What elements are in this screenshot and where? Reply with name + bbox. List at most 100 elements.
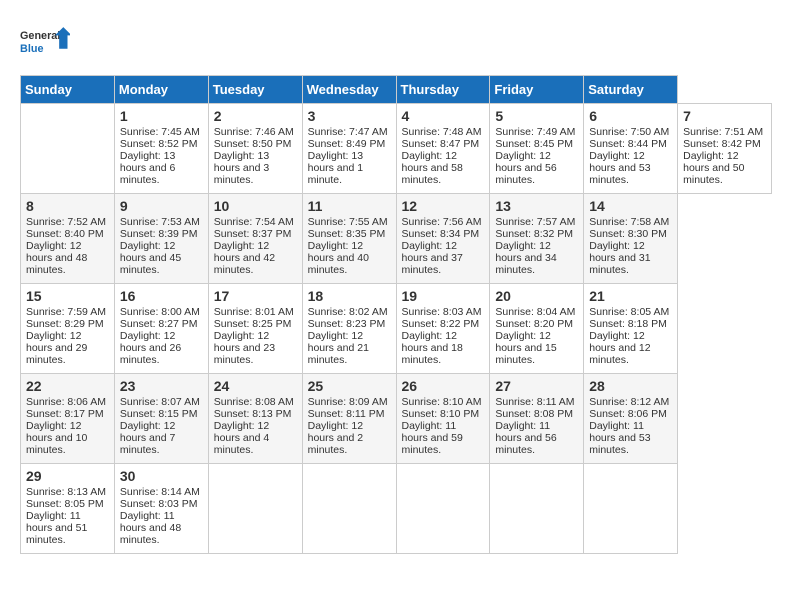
day-number: 16 xyxy=(120,288,203,304)
calendar-day-header: Thursday xyxy=(396,76,490,104)
day-number: 8 xyxy=(26,198,109,214)
calendar-day-cell: 5 Sunrise: 7:49 AM Sunset: 8:45 PM Dayli… xyxy=(490,104,584,194)
daylight-label: Daylight: 12 hours and 53 minutes. xyxy=(589,150,650,186)
calendar-day-cell: 25 Sunrise: 8:09 AM Sunset: 8:11 PM Dayl… xyxy=(302,374,396,464)
calendar-day-header: Monday xyxy=(114,76,208,104)
sunrise-text: Sunrise: 8:08 AM xyxy=(214,396,294,408)
sunrise-text: Sunrise: 7:47 AM xyxy=(308,126,388,138)
daylight-label: Daylight: 12 hours and 42 minutes. xyxy=(214,240,275,276)
sunset-text: Sunset: 8:11 PM xyxy=(308,408,385,420)
calendar-day-cell: 18 Sunrise: 8:02 AM Sunset: 8:23 PM Dayl… xyxy=(302,284,396,374)
calendar-day-header: Friday xyxy=(490,76,584,104)
day-number: 19 xyxy=(402,288,485,304)
sunset-text: Sunset: 8:47 PM xyxy=(402,138,480,150)
calendar-day-cell: 9 Sunrise: 7:53 AM Sunset: 8:39 PM Dayli… xyxy=(114,194,208,284)
sunrise-text: Sunrise: 7:51 AM xyxy=(683,126,763,138)
day-number: 10 xyxy=(214,198,297,214)
sunrise-text: Sunrise: 7:46 AM xyxy=(214,126,294,138)
daylight-label: Daylight: 12 hours and 34 minutes. xyxy=(495,240,556,276)
sunset-text: Sunset: 8:40 PM xyxy=(26,228,104,240)
sunrise-text: Sunrise: 7:58 AM xyxy=(589,216,669,228)
sunset-text: Sunset: 8:52 PM xyxy=(120,138,198,150)
day-number: 5 xyxy=(495,108,578,124)
calendar-day-cell: 21 Sunrise: 8:05 AM Sunset: 8:18 PM Dayl… xyxy=(584,284,678,374)
svg-text:Blue: Blue xyxy=(20,43,43,55)
day-number: 15 xyxy=(26,288,109,304)
calendar-day-cell: 12 Sunrise: 7:56 AM Sunset: 8:34 PM Dayl… xyxy=(396,194,490,284)
day-number: 7 xyxy=(683,108,766,124)
day-number: 12 xyxy=(402,198,485,214)
calendar-day-cell: 26 Sunrise: 8:10 AM Sunset: 8:10 PM Dayl… xyxy=(396,374,490,464)
daylight-label: Daylight: 12 hours and 4 minutes. xyxy=(214,420,269,456)
day-number: 2 xyxy=(214,108,297,124)
sunset-text: Sunset: 8:20 PM xyxy=(495,318,573,330)
daylight-label: Daylight: 12 hours and 21 minutes. xyxy=(308,330,369,366)
day-number: 27 xyxy=(495,378,578,394)
daylight-label: Daylight: 12 hours and 50 minutes. xyxy=(683,150,744,186)
calendar-day-header: Tuesday xyxy=(208,76,302,104)
sunrise-text: Sunrise: 8:06 AM xyxy=(26,396,106,408)
svg-text:General: General xyxy=(20,30,60,42)
sunset-text: Sunset: 8:17 PM xyxy=(26,408,104,420)
calendar-day-cell: 14 Sunrise: 7:58 AM Sunset: 8:30 PM Dayl… xyxy=(584,194,678,284)
sunrise-text: Sunrise: 7:50 AM xyxy=(589,126,669,138)
calendar-day-cell xyxy=(396,464,490,554)
calendar-header-row: SundayMondayTuesdayWednesdayThursdayFrid… xyxy=(21,76,772,104)
sunset-text: Sunset: 8:50 PM xyxy=(214,138,292,150)
sunset-text: Sunset: 8:49 PM xyxy=(308,138,386,150)
sunset-text: Sunset: 8:08 PM xyxy=(495,408,573,420)
sunset-text: Sunset: 8:45 PM xyxy=(495,138,573,150)
sunset-text: Sunset: 8:15 PM xyxy=(120,408,198,420)
day-number: 25 xyxy=(308,378,391,394)
calendar-week-row: 15 Sunrise: 7:59 AM Sunset: 8:29 PM Dayl… xyxy=(21,284,772,374)
calendar-day-cell: 7 Sunrise: 7:51 AM Sunset: 8:42 PM Dayli… xyxy=(678,104,772,194)
sunset-text: Sunset: 8:03 PM xyxy=(120,498,198,510)
calendar-day-cell xyxy=(302,464,396,554)
calendar-day-cell: 30 Sunrise: 8:14 AM Sunset: 8:03 PM Dayl… xyxy=(114,464,208,554)
sunrise-text: Sunrise: 7:45 AM xyxy=(120,126,200,138)
sunrise-text: Sunrise: 8:12 AM xyxy=(589,396,669,408)
daylight-label: Daylight: 11 hours and 48 minutes. xyxy=(120,510,181,546)
day-number: 29 xyxy=(26,468,109,484)
calendar-day-cell: 15 Sunrise: 7:59 AM Sunset: 8:29 PM Dayl… xyxy=(21,284,115,374)
calendar-day-cell: 24 Sunrise: 8:08 AM Sunset: 8:13 PM Dayl… xyxy=(208,374,302,464)
logo-svg: General Blue xyxy=(20,20,70,65)
sunset-text: Sunset: 8:39 PM xyxy=(120,228,198,240)
day-number: 21 xyxy=(589,288,672,304)
daylight-label: Daylight: 13 hours and 1 minute. xyxy=(308,150,363,186)
calendar-week-row: 29 Sunrise: 8:13 AM Sunset: 8:05 PM Dayl… xyxy=(21,464,772,554)
sunrise-text: Sunrise: 8:07 AM xyxy=(120,396,200,408)
day-number: 13 xyxy=(495,198,578,214)
daylight-label: Daylight: 12 hours and 15 minutes. xyxy=(495,330,556,366)
sunset-text: Sunset: 8:27 PM xyxy=(120,318,198,330)
sunset-text: Sunset: 8:23 PM xyxy=(308,318,386,330)
sunset-text: Sunset: 8:22 PM xyxy=(402,318,480,330)
sunrise-text: Sunrise: 8:09 AM xyxy=(308,396,388,408)
daylight-label: Daylight: 12 hours and 37 minutes. xyxy=(402,240,463,276)
sunrise-text: Sunrise: 7:59 AM xyxy=(26,306,106,318)
day-number: 1 xyxy=(120,108,203,124)
daylight-label: Daylight: 12 hours and 12 minutes. xyxy=(589,330,650,366)
calendar-day-cell: 13 Sunrise: 7:57 AM Sunset: 8:32 PM Dayl… xyxy=(490,194,584,284)
calendar-week-row: 1 Sunrise: 7:45 AM Sunset: 8:52 PM Dayli… xyxy=(21,104,772,194)
sunrise-text: Sunrise: 8:14 AM xyxy=(120,486,200,498)
daylight-label: Daylight: 12 hours and 40 minutes. xyxy=(308,240,369,276)
day-number: 24 xyxy=(214,378,297,394)
calendar-day-cell: 27 Sunrise: 8:11 AM Sunset: 8:08 PM Dayl… xyxy=(490,374,584,464)
sunrise-text: Sunrise: 7:49 AM xyxy=(495,126,575,138)
daylight-label: Daylight: 12 hours and 48 minutes. xyxy=(26,240,87,276)
day-number: 18 xyxy=(308,288,391,304)
logo: General Blue xyxy=(20,20,70,65)
daylight-label: Daylight: 12 hours and 56 minutes. xyxy=(495,150,556,186)
header: General Blue xyxy=(20,20,772,65)
sunset-text: Sunset: 8:05 PM xyxy=(26,498,104,510)
sunrise-text: Sunrise: 8:01 AM xyxy=(214,306,294,318)
day-number: 9 xyxy=(120,198,203,214)
calendar-day-cell: 10 Sunrise: 7:54 AM Sunset: 8:37 PM Dayl… xyxy=(208,194,302,284)
calendar-day-cell: 3 Sunrise: 7:47 AM Sunset: 8:49 PM Dayli… xyxy=(302,104,396,194)
daylight-label: Daylight: 12 hours and 10 minutes. xyxy=(26,420,87,456)
daylight-label: Daylight: 12 hours and 26 minutes. xyxy=(120,330,181,366)
sunrise-text: Sunrise: 7:54 AM xyxy=(214,216,294,228)
day-number: 3 xyxy=(308,108,391,124)
sunrise-text: Sunrise: 7:52 AM xyxy=(26,216,106,228)
